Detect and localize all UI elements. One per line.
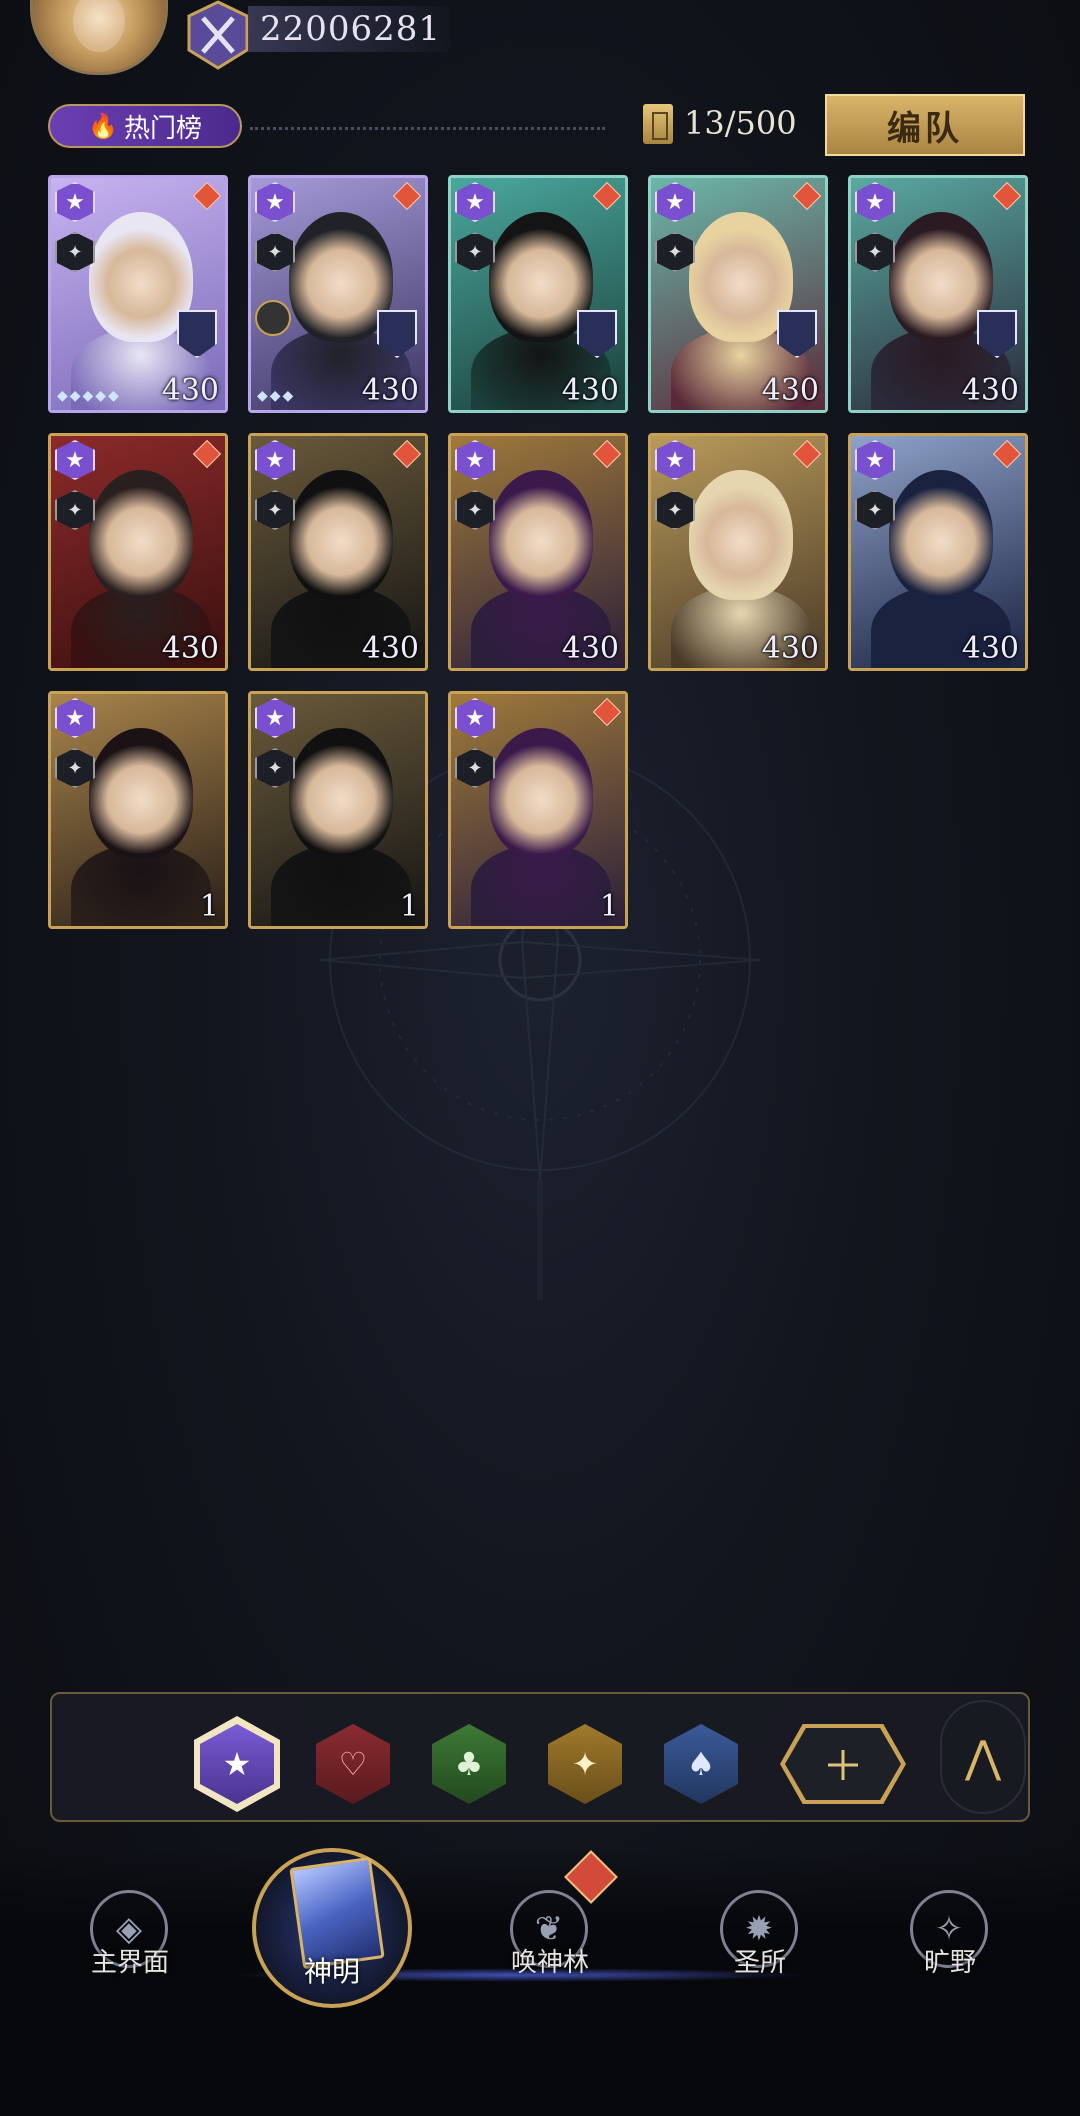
hero-card[interactable]: ★ ✦ 430 xyxy=(848,175,1028,413)
clock-icon xyxy=(255,300,291,336)
heart-icon: ♡ xyxy=(338,1745,368,1783)
nav-wilds-label: 旷野 xyxy=(923,1948,976,1978)
hero-portrait xyxy=(89,728,193,858)
hot-ranking-label: 热门榜 xyxy=(123,113,202,144)
hero-portrait xyxy=(89,470,193,600)
hero-level: 430 xyxy=(561,373,619,408)
hero-card[interactable]: ★ ✦ 430 xyxy=(248,433,428,671)
crossed-swords-icon xyxy=(187,0,249,70)
hero-card[interactable]: ★ ✦ ◆◆◆◆◆ 430 xyxy=(48,175,228,413)
hero-card[interactable]: ★ ✦ 430 xyxy=(448,175,628,413)
awaken-gems-icon: ◆◆◆ xyxy=(257,388,296,404)
card-icon xyxy=(643,104,673,144)
nav-sanctuary-label: 圣所 xyxy=(733,1948,786,1978)
nav-summon-label: 唤神林 xyxy=(510,1948,589,1978)
hero-card[interactable]: ★ ✦ 430 xyxy=(648,433,828,671)
filter-spade-button[interactable]: ♠ xyxy=(664,1724,738,1804)
hero-card[interactable]: ★ ✦ 1 xyxy=(248,691,428,929)
team-formation-button[interactable]: 编队 xyxy=(825,94,1025,156)
suit-filter-bar: ★ ♡ ♣ ✦ ♠ ⋀ xyxy=(50,1692,1030,1822)
hero-portrait xyxy=(489,470,593,600)
collapse-button[interactable]: ⋀ xyxy=(940,1700,1026,1814)
flame-icon: 🔥 xyxy=(88,112,118,140)
hero-level: 1 xyxy=(199,889,219,924)
divider xyxy=(250,127,605,130)
chevron-up-icon: ⋀ xyxy=(964,1731,1002,1783)
nav-main-label: 主界面 xyxy=(90,1948,169,1978)
filter-heart-button[interactable]: ♡ xyxy=(316,1724,390,1804)
hero-level: 430 xyxy=(761,631,819,666)
hero-card[interactable]: ★ ✦ 1 xyxy=(448,691,628,929)
hero-portrait xyxy=(289,728,393,858)
hero-card[interactable]: ★ ✦ 430 xyxy=(648,175,828,413)
star-icon: ★ xyxy=(222,1745,252,1783)
nav-wilds[interactable]: ✧ 旷野 xyxy=(860,1880,1040,2000)
sparkle-icon: ✦ xyxy=(571,1745,599,1783)
hero-level: 1 xyxy=(599,889,619,924)
player-avatar[interactable] xyxy=(30,0,168,75)
nav-gods-label: 神明 xyxy=(303,1955,360,1988)
hero-level: 430 xyxy=(561,631,619,666)
hero-level: 1 xyxy=(399,889,419,924)
nav-summon[interactable]: ❦ 唤神林 xyxy=(460,1880,640,2000)
hero-level: 430 xyxy=(361,631,419,666)
filter-club-button[interactable]: ♣ xyxy=(432,1724,506,1804)
hero-level: 430 xyxy=(361,373,419,408)
hero-portrait xyxy=(489,728,593,858)
hero-portrait xyxy=(889,470,993,600)
hero-level: 430 xyxy=(761,373,819,408)
spade-icon: ♠ xyxy=(686,1745,716,1783)
filter-diamond-button[interactable]: ✦ xyxy=(548,1724,622,1804)
hero-level: 430 xyxy=(961,631,1019,666)
hero-portrait xyxy=(289,470,393,600)
hero-card[interactable]: ★ ✦ 430 xyxy=(48,433,228,671)
hero-portrait xyxy=(689,470,793,600)
hero-card[interactable]: ★ ✦ 430 xyxy=(448,433,628,671)
combat-power: 22006281 xyxy=(248,6,450,52)
hero-level: 430 xyxy=(161,373,219,408)
nav-sanctuary[interactable]: ✹ 圣所 xyxy=(670,1880,850,2000)
hero-level: 430 xyxy=(961,373,1019,408)
hot-ranking-tab[interactable]: 🔥 热门榜 xyxy=(48,104,242,148)
hero-level: 430 xyxy=(161,631,219,666)
nav-main[interactable]: ◈ 主界面 xyxy=(40,1880,220,2000)
awaken-gems-icon: ◆◆◆◆◆ xyxy=(57,388,121,404)
hero-card[interactable]: ★ ✦ 430 xyxy=(848,433,1028,671)
card-count: 13/500 xyxy=(684,104,797,142)
combat-power-value: 22006281 xyxy=(260,9,442,49)
hero-card[interactable]: ★ ✦ ◆◆◆ 430 xyxy=(248,175,428,413)
hero-card[interactable]: ★ ✦ 1 xyxy=(48,691,228,929)
club-icon: ♣ xyxy=(454,1745,484,1783)
